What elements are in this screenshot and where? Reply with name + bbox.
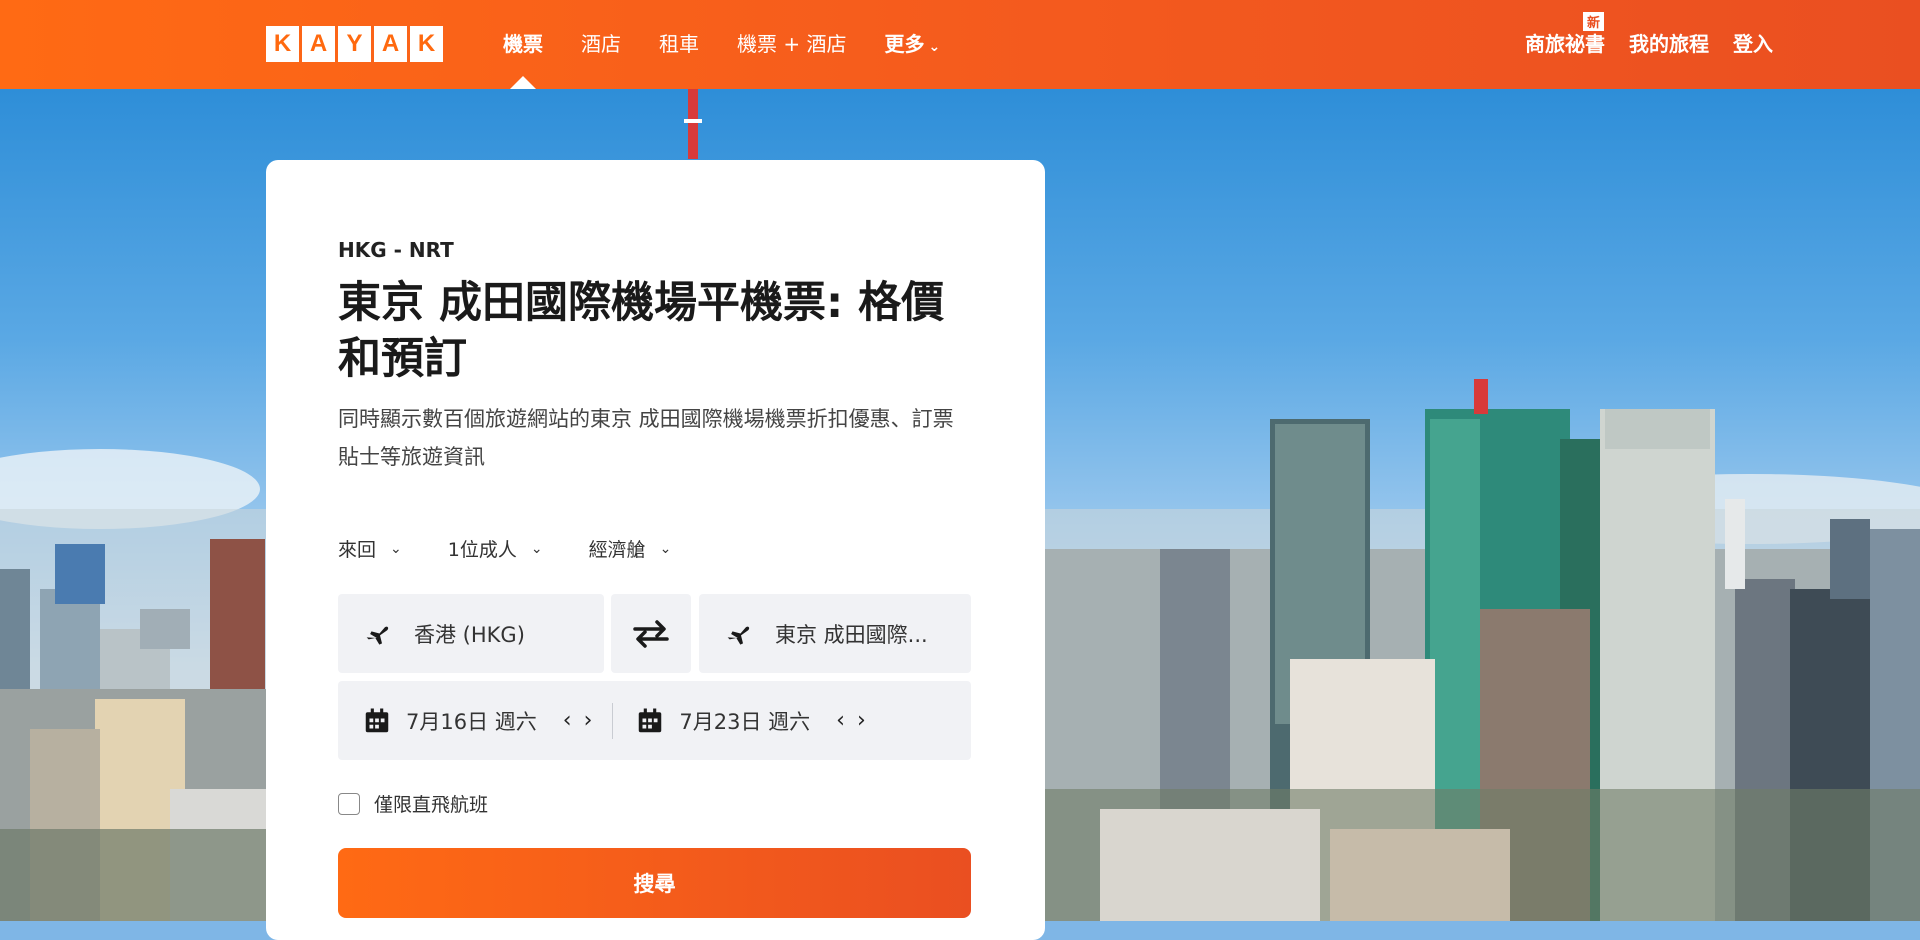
depart-date-value: 7月16日 週六 (406, 709, 537, 734)
cabin-class-label: 經濟艙 (588, 539, 646, 561)
route-code: HKG - NRT (338, 238, 454, 262)
chevron-down-icon: ⌄ (928, 39, 941, 55)
cabin-class-dropdown[interactable]: 經濟艙 ⌄ (589, 535, 672, 562)
plane-icon (366, 626, 389, 645)
trip-type-dropdown[interactable]: 來回 ⌄ (338, 535, 402, 562)
direct-flights-option: 僅限直飛航班 (338, 790, 488, 817)
swap-icon (633, 619, 669, 648)
plane-icon (727, 626, 750, 645)
origin-value: 香港 (HKG) (414, 622, 525, 647)
passengers-dropdown[interactable]: 1位成人 ⌄ (448, 535, 543, 562)
trip-type-label: 來回 (338, 539, 377, 561)
depart-date-stepper[interactable]: ‹› (563, 708, 605, 733)
business-travel-label: 商旅祕書 (1525, 32, 1605, 56)
direct-flights-label: 僅限直飛航班 (374, 794, 489, 816)
nav-more-label: 更多 (884, 32, 925, 56)
page-title: 東京 成田國際機場平機票: 格價和預訂 (338, 278, 945, 384)
account-nav: 商旅祕書 新 我的旅程 登入 (1525, 12, 1773, 57)
depart-date-field[interactable]: 7月16日 週六 ‹› (362, 681, 604, 760)
origin-field[interactable]: 香港 (HKG) (338, 594, 604, 673)
chevron-down-icon: ⌄ (390, 540, 402, 557)
search-options: 來回 ⌄ 1位成人 ⌄ 經濟艙 ⌄ (338, 535, 671, 562)
chevron-down-icon: ⌄ (659, 540, 672, 557)
chevron-right-icon[interactable]: › (584, 708, 605, 733)
nav-more[interactable]: 更多 ⌄ (884, 28, 940, 57)
logo-letter: Y (338, 26, 371, 62)
return-date-value: 7月23日 週六 (679, 709, 811, 734)
swap-button[interactable] (611, 594, 691, 673)
top-navigation-bar: K A Y A K 機票 酒店 租車 機票 + 酒店 更多 ⌄ 商旅祕書 新 我的… (0, 0, 1920, 89)
new-badge: 新 (1583, 12, 1605, 31)
nav-cars[interactable]: 租車 (659, 28, 699, 57)
chevron-left-icon[interactable]: ‹ (563, 708, 584, 733)
my-trips-link[interactable]: 我的旅程 (1629, 28, 1709, 57)
logo-letter: A (302, 26, 335, 62)
passengers-label: 1位成人 (447, 539, 517, 561)
page-subtitle: 同時顯示數百個旅遊網站的東京 成田國際機場機票折扣優惠、訂票貼士等旅遊資訊 (338, 407, 954, 469)
flight-search-card: HKG - NRT 東京 成田國際機場平機票: 格價和預訂 同時顯示數百個旅遊網… (266, 160, 1045, 940)
nav-hotels[interactable]: 酒店 (581, 28, 621, 57)
direct-flights-checkbox[interactable] (338, 792, 360, 815)
chevron-right-icon[interactable]: › (857, 708, 878, 733)
date-divider (612, 702, 614, 739)
kayak-logo[interactable]: K A Y A K (266, 26, 443, 62)
date-range-field: 7月16日 週六 ‹› 7月23日 週六 ‹› (338, 681, 971, 760)
logo-letter: K (266, 26, 299, 62)
business-travel-link[interactable]: 商旅祕書 新 (1525, 12, 1605, 57)
calendar-icon (365, 708, 389, 732)
nav-flight-hotel[interactable]: 機票 + 酒店 (737, 28, 846, 57)
destination-value: 東京 成田國際... (775, 622, 928, 647)
nav-flights[interactable]: 機票 (503, 28, 543, 89)
chevron-down-icon: ⌄ (530, 540, 543, 557)
login-link[interactable]: 登入 (1733, 28, 1773, 57)
logo-letter: K (410, 26, 443, 62)
calendar-icon (639, 708, 662, 732)
return-date-field[interactable]: 7月23日 週六 ‹› (635, 681, 877, 760)
logo-letter: A (374, 26, 407, 62)
destination-field[interactable]: 東京 成田國際... (699, 594, 971, 673)
search-button[interactable]: 搜尋 (338, 848, 971, 918)
chevron-left-icon[interactable]: ‹ (836, 708, 857, 733)
return-date-stepper[interactable]: ‹› (836, 708, 878, 733)
main-nav: 機票 酒店 租車 機票 + 酒店 更多 ⌄ (503, 28, 978, 89)
